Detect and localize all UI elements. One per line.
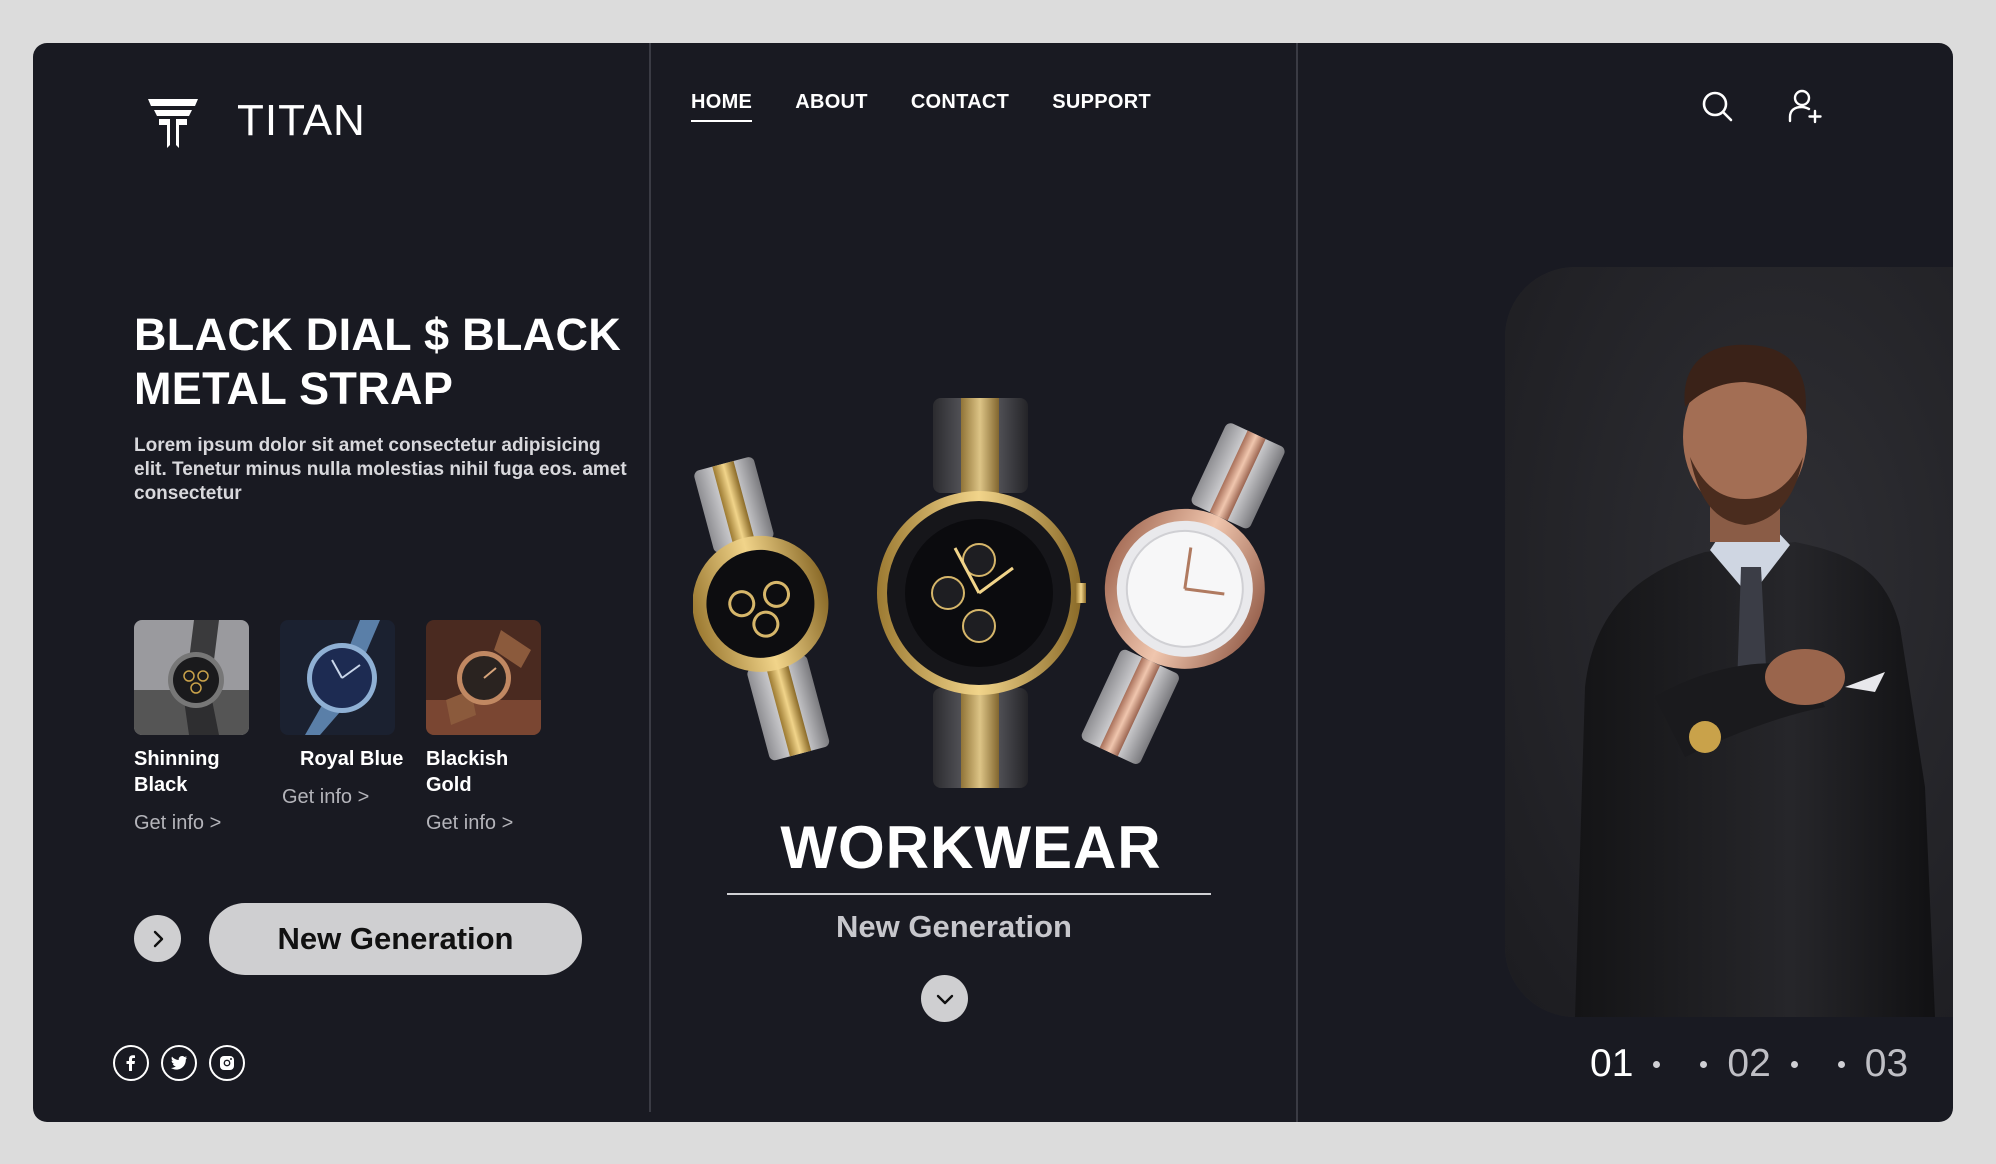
product-name: Shinning Black bbox=[134, 748, 220, 796]
add-user-icon[interactable] bbox=[1787, 88, 1823, 124]
header-actions bbox=[1699, 88, 1823, 124]
feature-subtitle: New Generation bbox=[836, 909, 1072, 944]
pager-dot bbox=[1653, 1060, 1661, 1068]
hero-description: Lorem ipsum dolor sit amet consectetur a… bbox=[134, 435, 627, 504]
search-icon[interactable] bbox=[1699, 88, 1735, 124]
product-card[interactable]: Shinning Black Get info > bbox=[134, 620, 280, 835]
product-name: Blackish Gold bbox=[426, 748, 509, 796]
pager-dot bbox=[1700, 1060, 1708, 1068]
chevron-down-icon bbox=[936, 994, 953, 1004]
pager-dot bbox=[1837, 1060, 1845, 1068]
titan-t-logo-icon bbox=[148, 99, 198, 148]
product-get-info-link[interactable]: Get info > bbox=[280, 786, 426, 809]
model-photo bbox=[1505, 267, 1953, 1017]
new-generation-button[interactable]: New Generation bbox=[209, 903, 582, 975]
nav-contact[interactable]: CONTACT bbox=[911, 91, 1009, 122]
twitter-icon[interactable] bbox=[161, 1045, 197, 1081]
social-links bbox=[113, 1045, 245, 1081]
main-nav: HOME ABOUT CONTACT SUPPORT bbox=[691, 91, 1151, 122]
title-divider bbox=[727, 893, 1211, 895]
product-card[interactable]: Blackish Gold Get info > bbox=[426, 620, 572, 835]
nav-support[interactable]: SUPPORT bbox=[1052, 91, 1151, 122]
scroll-down-button[interactable] bbox=[921, 975, 968, 1022]
pager-dot bbox=[1790, 1060, 1798, 1068]
product-list: Shinning Black Get info > Royal Blue Get… bbox=[134, 620, 572, 835]
product-thumbnail[interactable] bbox=[134, 620, 249, 735]
slide-pager: 01 02 03 bbox=[1590, 1042, 1908, 1086]
product-thumbnail[interactable] bbox=[280, 620, 395, 735]
chevron-right-icon bbox=[153, 930, 163, 947]
pager-item-02[interactable]: 02 bbox=[1727, 1042, 1770, 1086]
instagram-icon[interactable] bbox=[209, 1045, 245, 1081]
black-watch-image bbox=[134, 620, 249, 735]
brand-logo[interactable]: TITAN bbox=[145, 93, 366, 149]
pager-item-01[interactable]: 01 bbox=[1590, 1042, 1633, 1086]
column-divider bbox=[649, 43, 651, 1112]
product-get-info-link[interactable]: Get info > bbox=[134, 812, 280, 835]
product-thumbnail[interactable] bbox=[426, 620, 541, 735]
blue-watch-image bbox=[280, 620, 395, 735]
next-arrow-button[interactable] bbox=[134, 915, 181, 962]
feature-title: WORKWEAR bbox=[780, 814, 1162, 881]
watches-product-image bbox=[693, 398, 1285, 788]
gold-watch-image bbox=[426, 620, 541, 735]
hero-headline: BLACK DIAL $ BLACK METAL STRAP bbox=[134, 309, 622, 414]
product-card[interactable]: Royal Blue Get info > bbox=[280, 620, 426, 835]
facebook-icon[interactable] bbox=[113, 1045, 149, 1081]
nav-about[interactable]: ABOUT bbox=[795, 91, 868, 122]
main-frame: TITAN HOME ABOUT CONTACT SUPPORT BLACK D… bbox=[33, 43, 1953, 1122]
pager-item-03[interactable]: 03 bbox=[1865, 1042, 1908, 1086]
product-name: Royal Blue bbox=[300, 748, 404, 770]
product-get-info-link[interactable]: Get info > bbox=[426, 812, 572, 835]
brand-name: TITAN bbox=[237, 96, 366, 145]
nav-home[interactable]: HOME bbox=[691, 91, 753, 122]
